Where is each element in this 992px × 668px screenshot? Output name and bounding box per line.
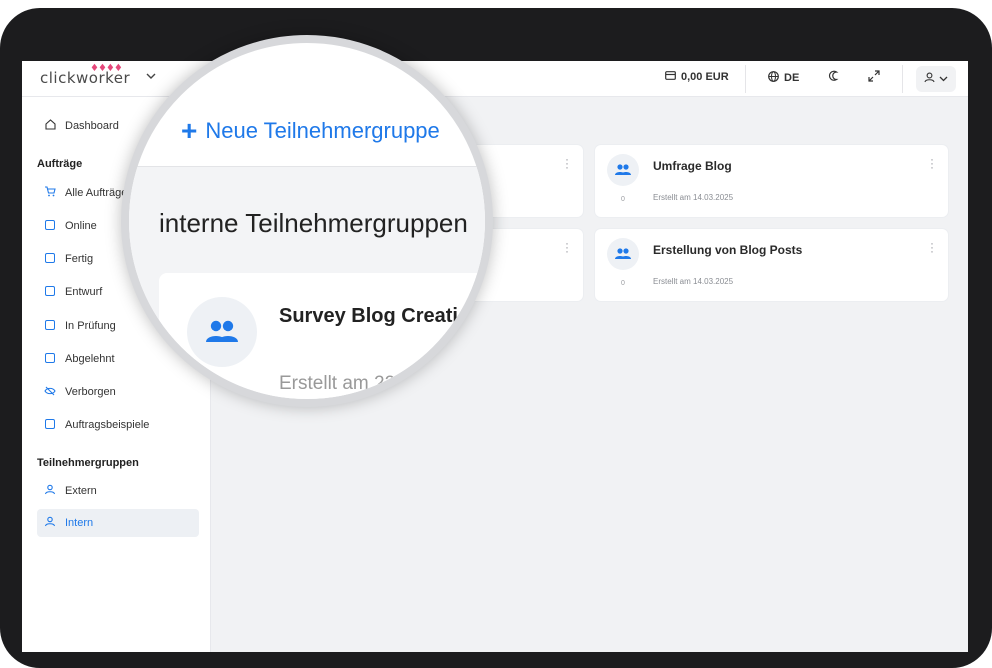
users-icon — [44, 516, 56, 530]
group-card[interactable]: 0 Umfrage Blog Erstellt am 14.03.2025 · ·… — [595, 145, 948, 217]
sidebar-item-label: Entwurf — [65, 286, 103, 298]
sidebar-item-label: Intern — [65, 517, 94, 529]
sidebar-item-internal[interactable]: Intern — [37, 509, 199, 537]
sidebar-item-label: Dashboard — [65, 120, 119, 132]
eye-off-icon — [44, 386, 56, 399]
sidebar-item-order-examples[interactable]: Auftragsbeispiele — [37, 411, 199, 439]
kebab-menu-icon[interactable]: · · · — [565, 237, 569, 257]
sidebar-item-external[interactable]: Extern — [37, 477, 199, 505]
group-card[interactable]: Survey Blog Creatio Erstellt am 22. — [159, 273, 485, 399]
review-icon — [44, 319, 56, 333]
dark-mode-toggle[interactable] — [828, 70, 840, 85]
group-avatar — [187, 297, 257, 367]
group-card[interactable]: 0 Erstellung von Blog Posts Erstellt am … — [595, 229, 948, 301]
device-frame: ♦♦♦♦ clickworker 0,00 EUR DE Dashboard A… — [0, 8, 992, 668]
logo-people-icon: ♦♦♦♦ — [90, 63, 123, 74]
edit-icon — [44, 285, 56, 299]
group-icon — [615, 248, 631, 259]
home-icon — [44, 119, 56, 133]
clickworker-logo[interactable]: ♦♦♦♦ clickworker — [40, 63, 130, 87]
expand-icon — [868, 70, 880, 85]
page-title: interne Teilnehmergruppen — [159, 208, 468, 238]
sidebar-item-label: Verborgen — [65, 386, 116, 398]
examples-icon — [44, 418, 56, 432]
sidebar-item-label: Auftragsbeispiele — [65, 419, 150, 431]
chevron-down-icon — [939, 73, 948, 85]
new-group-button[interactable]: + Neue Teilnehmergruppe — [181, 115, 440, 147]
member-count: 0 — [621, 280, 625, 287]
user-icon — [924, 72, 935, 86]
sidebar-item-label: Online — [65, 220, 97, 232]
group-title[interactable]: Survey Blog Creatio — [279, 305, 470, 328]
kebab-menu-icon[interactable]: · · · — [930, 153, 934, 173]
balance-value: 0,00 EUR — [681, 71, 729, 83]
check-icon — [44, 252, 56, 266]
sidebar-item-label: Abgelehnt — [65, 353, 115, 365]
kebab-menu-icon[interactable]: · · · — [930, 237, 934, 257]
language-value: DE — [784, 72, 800, 84]
language-selector[interactable]: DE — [768, 71, 799, 85]
member-count: 0 — [621, 196, 625, 203]
group-icon — [206, 320, 238, 342]
globe-icon — [768, 71, 779, 85]
sidebar-item-label: Extern — [65, 485, 97, 497]
divider — [902, 65, 903, 93]
user-menu[interactable] — [916, 66, 956, 92]
section-title-orders: Aufträge — [37, 158, 83, 170]
users-icon — [44, 484, 56, 498]
group-avatar — [607, 238, 639, 270]
created-date: Erstellt am 14.03.2025 — [653, 277, 734, 286]
sidebar-item-label: In Prüfung — [65, 320, 116, 332]
created-date: Erstellt am 14.03.2025 — [653, 193, 734, 202]
fullscreen-button[interactable] — [868, 70, 880, 85]
wallet-icon — [665, 71, 676, 83]
magnifier-lens: + Neue Teilnehmergruppe interne Teilnehm… — [121, 35, 493, 407]
plus-icon: + — [181, 115, 198, 146]
rejected-icon — [44, 352, 56, 366]
group-title[interactable]: Erstellung von Blog Posts — [653, 243, 802, 257]
cart-icon — [44, 186, 56, 200]
kebab-menu-icon[interactable]: · · · — [565, 153, 569, 173]
magnified-content: + Neue Teilnehmergruppe interne Teilnehm… — [129, 43, 485, 399]
section-title-groups: Teilnehmergruppen — [37, 457, 139, 469]
balance-display[interactable]: 0,00 EUR — [665, 71, 729, 83]
moon-icon — [828, 70, 840, 85]
created-date: Erstellt am 22. — [279, 373, 401, 394]
group-avatar — [607, 154, 639, 186]
sidebar-item-label: Fertig — [65, 253, 94, 265]
divider — [745, 65, 746, 93]
group-title[interactable]: Umfrage Blog — [653, 159, 732, 173]
sidebar-item-label: Alle Aufträge — [65, 187, 128, 199]
online-icon — [44, 219, 56, 233]
group-icon — [615, 164, 631, 175]
new-group-label: Neue Teilnehmergruppe — [205, 118, 440, 143]
